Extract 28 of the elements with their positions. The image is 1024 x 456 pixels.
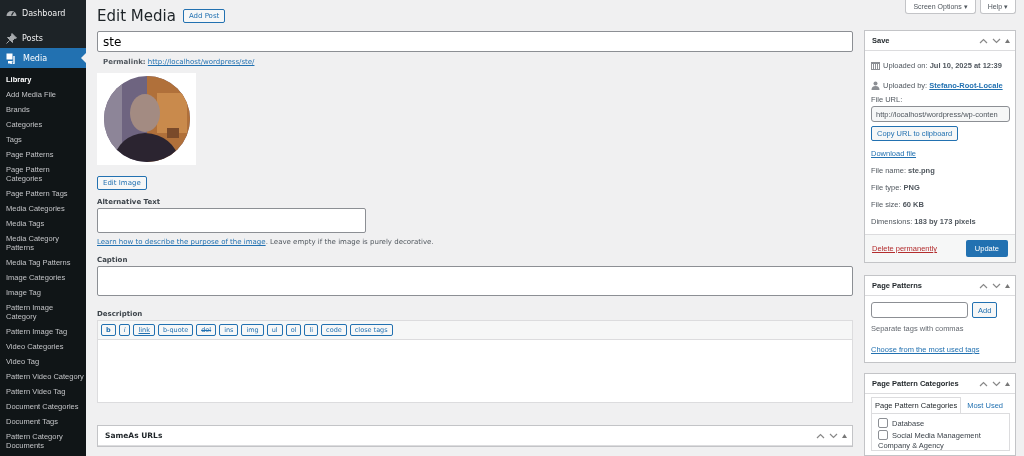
alt-text-field[interactable]: [97, 208, 366, 233]
pin-icon: [6, 32, 17, 44]
move-down-icon[interactable]: [992, 37, 1001, 44]
move-down-icon[interactable]: [992, 282, 1001, 289]
title-field[interactable]: ste: [97, 31, 853, 52]
menu-item[interactable]: Dashboard: [0, 3, 86, 23]
description-field[interactable]: [97, 339, 853, 403]
checkbox[interactable]: [878, 430, 888, 440]
tag-input-field[interactable]: [871, 302, 968, 318]
move-up-icon[interactable]: [979, 380, 988, 387]
move-down-icon[interactable]: [829, 432, 838, 439]
move-up-icon[interactable]: [816, 432, 825, 439]
caption-field[interactable]: [97, 266, 853, 296]
current-pointer-icon: [81, 53, 86, 63]
menu-item[interactable]: Media: [0, 48, 86, 68]
checkbox[interactable]: [878, 418, 888, 428]
move-down-icon[interactable]: [992, 380, 1001, 387]
media-icon: [6, 52, 18, 64]
collapse-icon[interactable]: [1005, 381, 1010, 386]
calendar-icon: [871, 60, 880, 70]
move-up-icon[interactable]: [979, 282, 988, 289]
move-up-icon[interactable]: [979, 37, 988, 44]
collapse-icon[interactable]: [1005, 283, 1010, 288]
person-icon: [871, 80, 880, 90]
menu-item[interactable]: Posts: [0, 28, 86, 48]
page-title: Edit Media: [97, 7, 176, 25]
collapse-icon[interactable]: [842, 433, 847, 438]
collapse-icon[interactable]: [1005, 38, 1010, 43]
